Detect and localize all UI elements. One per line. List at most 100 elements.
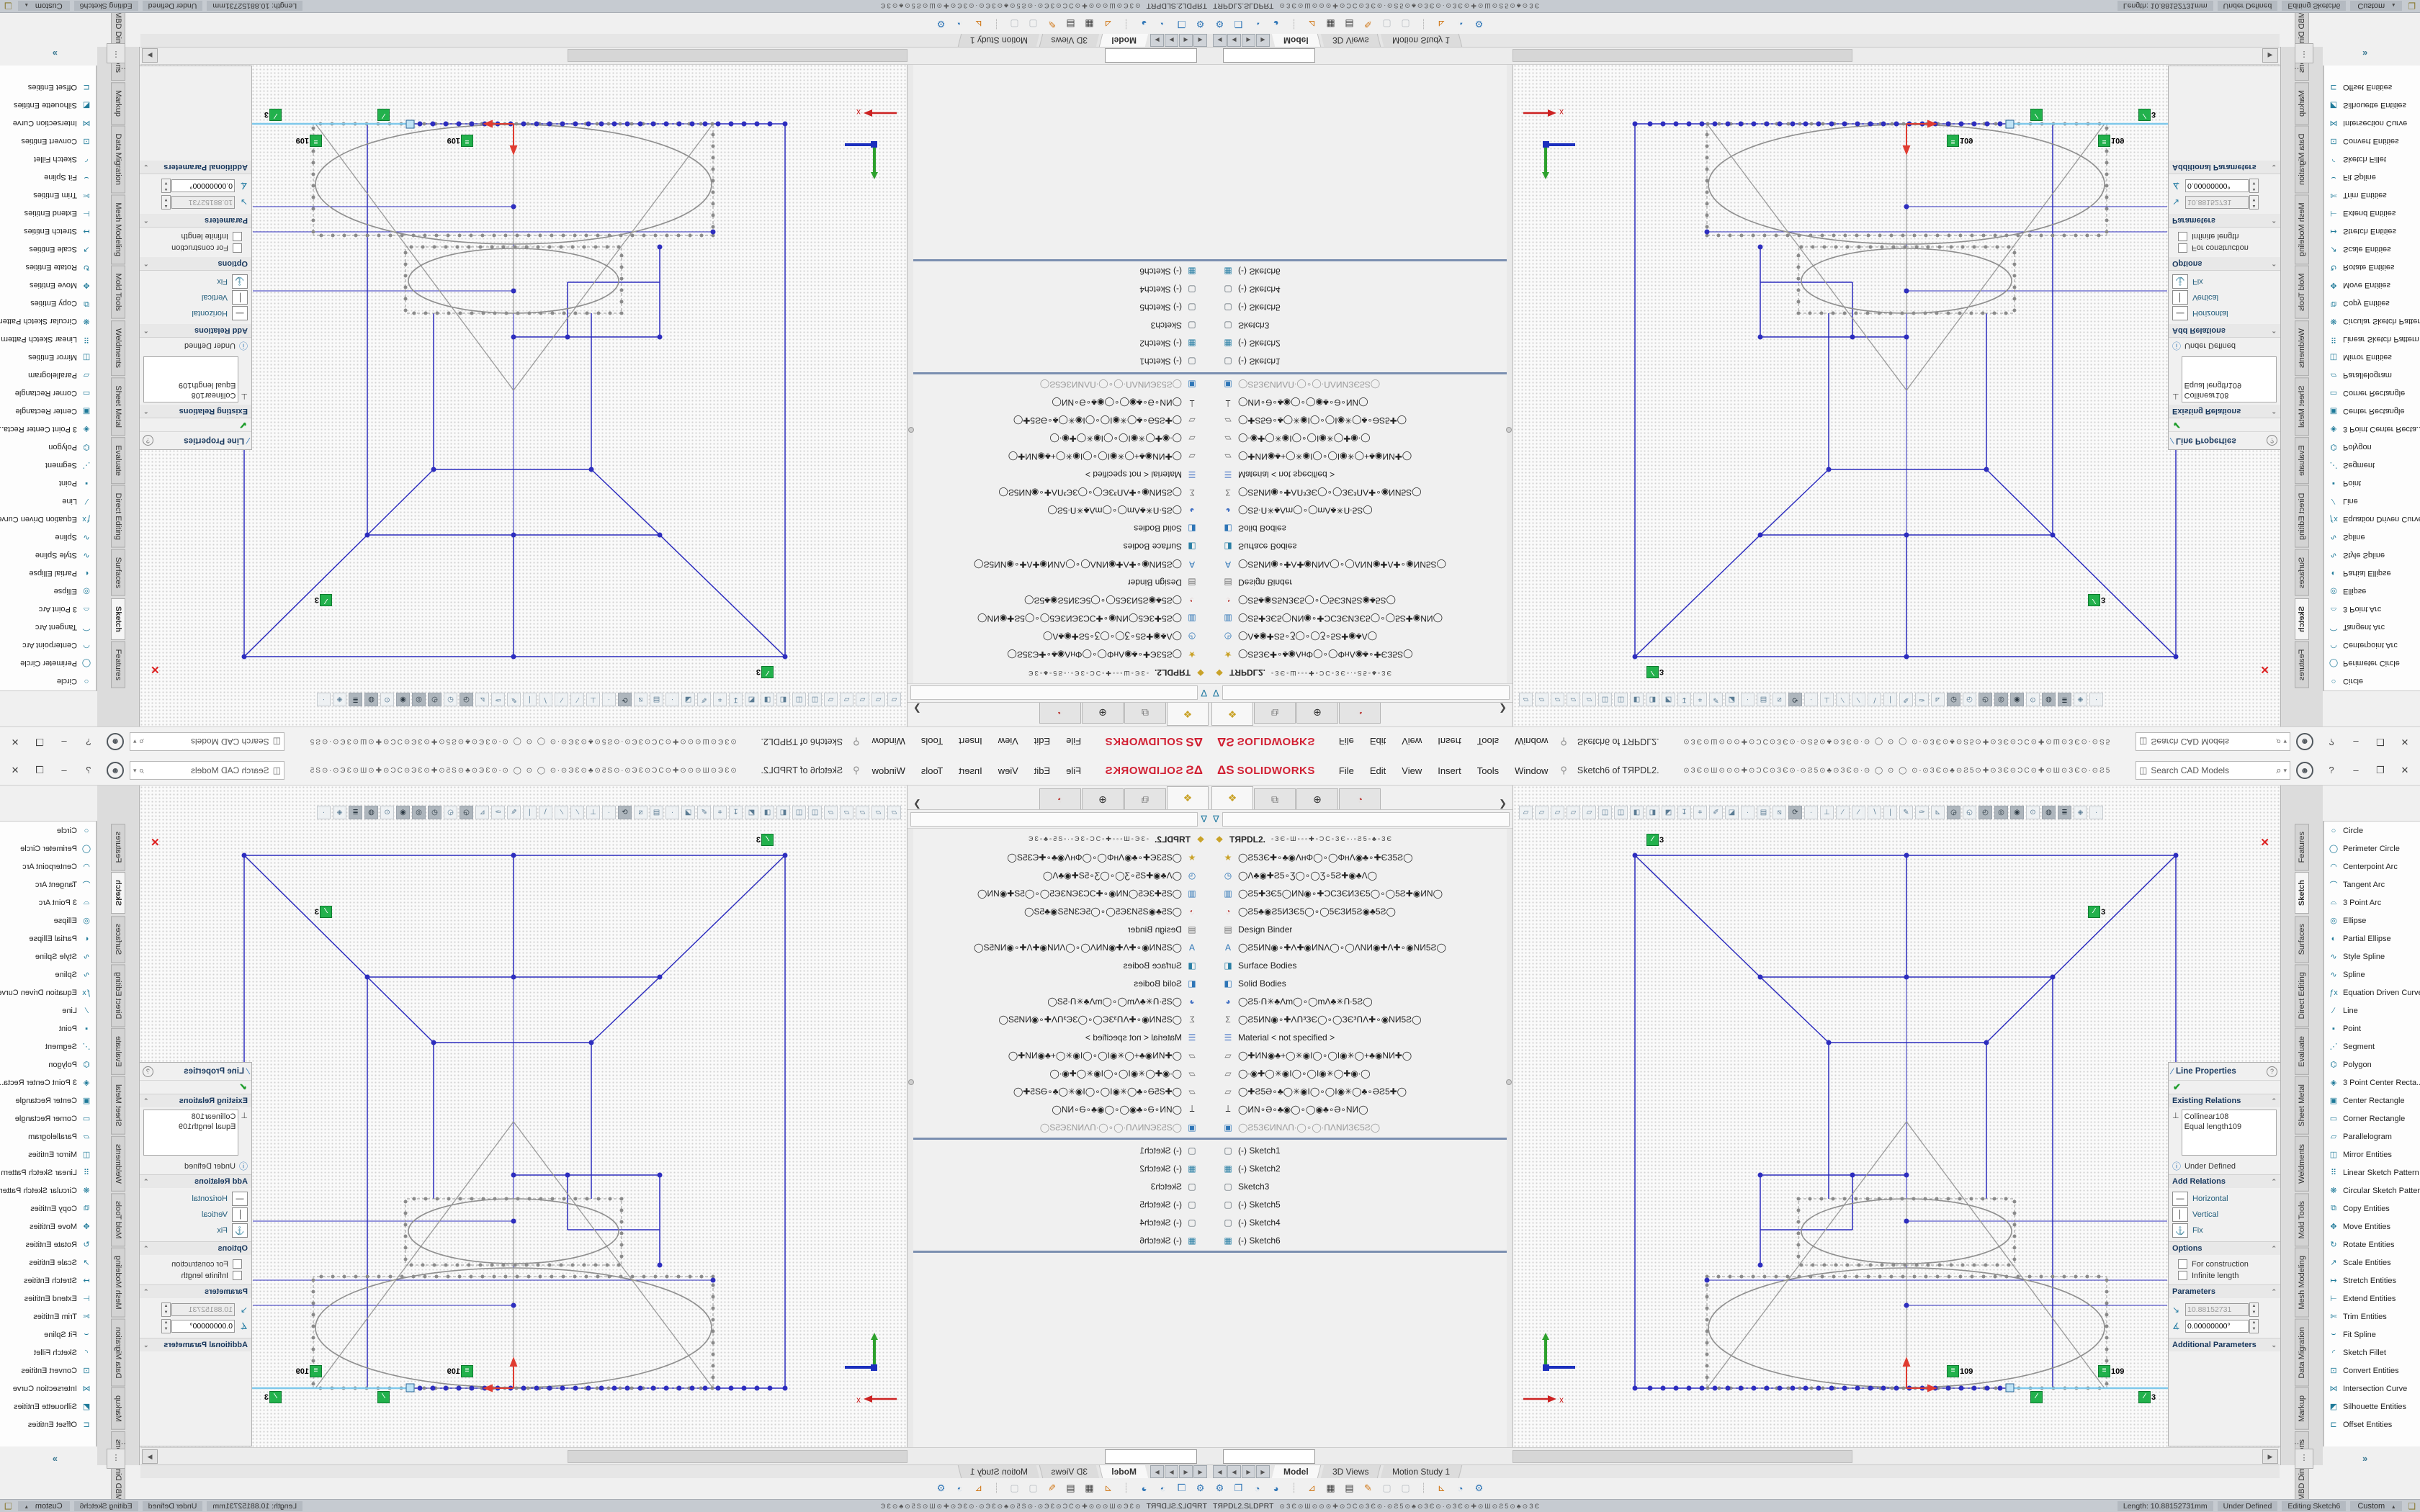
flyout-menu-item[interactable]: ⊏ Offset Entities [2324, 78, 2420, 96]
tree-row[interactable]: ◔ ◯Ƨ5♣◉Ƨ5ИЗЄ5◯∘◯5ЄЗИ5Ƨ◉♣5Ƨ◯ [1210, 902, 1512, 920]
menu-item[interactable]: Tools [1469, 762, 1507, 779]
flyout-menu-item[interactable]: ◯ Perimeter Circle [0, 654, 96, 672]
checkbox[interactable] [233, 1271, 242, 1280]
tabstrip-overflow-icon[interactable]: ⋯ [118, 1439, 126, 1448]
display-toolbar-icon[interactable]: ◕ [1268, 16, 1284, 32]
flyout-menu-item[interactable]: ∿ Spline [0, 528, 96, 546]
parameter-input[interactable] [171, 196, 235, 209]
rollback-bar[interactable] [1210, 259, 1512, 261]
flyout-menu-item[interactable]: ⋈ Intersection Curve [2324, 1380, 2420, 1398]
help-button[interactable]: ? [76, 734, 101, 750]
checkbox[interactable] [2178, 243, 2187, 253]
flyout-menu-item[interactable]: ◫ Mirror Entities [0, 1146, 96, 1164]
tree-row-sketch[interactable]: ▢ Sketch3 [1210, 317, 1512, 335]
flyout-menu-item[interactable]: ◠ Centerpoint Arc [0, 858, 96, 876]
flyout-menu-item[interactable]: ⌬ Polygon [0, 1056, 96, 1074]
flyout-menu-item[interactable]: ◯ Perimeter Circle [2324, 654, 2420, 672]
commandmanager-tab[interactable]: Surfaces [111, 916, 125, 963]
display-toolbar-icon[interactable]: ◔ [1155, 16, 1171, 32]
scroll-right-arrow[interactable]: ▶ [142, 1449, 158, 1464]
search-icon[interactable]: ⌕ [139, 765, 144, 776]
tree-row[interactable]: ◷ ◯Λ♣◉✚Ƨ5∘Ʒ◯∘◯Ʒ∘5Ƨ✚◉♣Λ◯ [1210, 866, 1512, 884]
flyout-menu-item[interactable]: ∕ Line [2324, 1002, 2420, 1020]
flyout-menu-item[interactable]: ⊏ Offset Entities [0, 1416, 96, 1434]
display-toolbar-icon[interactable]: ⊾ [970, 16, 987, 32]
help-icon[interactable]: ? [143, 1066, 153, 1077]
flyout-menu-item[interactable]: ⠿ Linear Sketch Pattern [0, 1164, 96, 1182]
ok-checkmark-button[interactable]: ✔ [2169, 1081, 2280, 1094]
spinner[interactable]: ▲▼ [161, 195, 171, 210]
display-toolbar-icon[interactable]: ◔ [1155, 1480, 1171, 1497]
flyout-menu-item[interactable]: ↗ Scale Entities [2324, 1254, 2420, 1272]
commandmanager-tab[interactable]: Sketch [111, 598, 125, 640]
tree-row[interactable]: ▥ ◯Ƨ5✚ЗЄ5◯ИΝ◉∘✚ƆСЗЄИЗЄ5◯∘◯5Ƨ✚◉ИΝ◯ [1210, 884, 1512, 902]
document-tab[interactable]: Motion Study 1 [958, 34, 1040, 47]
flyout-menu-item[interactable]: ✄ Trim Entities [0, 186, 96, 204]
tab-nav-arrow[interactable]: ◀ [1227, 34, 1241, 47]
parameter-input[interactable] [2185, 196, 2249, 209]
commandmanager-tab[interactable]: Data Migration [2295, 1319, 2309, 1387]
tree-row-sketch[interactable]: ▢ (-) Sketch5 [1210, 1195, 1512, 1213]
document-tab[interactable]: Model [1099, 1465, 1148, 1478]
tree-row[interactable]: ▥ ◯Ƨ5✚ЗЄ5◯ИΝ◉∘✚ƆСЗЄИЗЄ5◯∘◯5Ƨ✚◉ИΝ◯ [1210, 610, 1512, 628]
tree-row[interactable]: ▣ ◯Ƨ5ЗЄИΝΛՈ∙◯∘◯∙ՈΛΝИЗЄ5Ƨ◯ [908, 1118, 1210, 1136]
flyout-menu-item[interactable]: ⠿ Linear Sketch Pattern [2324, 330, 2420, 348]
menu-item[interactable]: Edit [1362, 762, 1394, 779]
display-toolbar-icon[interactable]: ⊿ [1304, 1480, 1320, 1497]
tree-row[interactable]: ◔ ◯Ƨ5♣◉Ƨ5ИЗЄ5◯∘◯5ЄЗИ5Ƨ◉♣5Ƨ◯ [908, 592, 1210, 610]
tree-row[interactable]: ◕ ◯Ƨ5∙Ո✳♣Λm◯∘◯mΛ♣✳Ո∙5Ƨ◯ [1210, 992, 1512, 1010]
menu-item[interactable]: Window [1507, 762, 1556, 779]
tab-propertymanager[interactable]: ⧉ [1124, 703, 1166, 724]
commandmanager-tab[interactable]: Markup [111, 1387, 125, 1430]
section-add-relations[interactable]: Add Relations⌃ [2169, 1174, 2280, 1188]
display-toolbar-icon[interactable]: ❐ [1173, 16, 1190, 32]
tree-row-sketch[interactable]: ▢ (-) Sketch1 [908, 1141, 1210, 1159]
flyout-menu-item[interactable]: ◎ Ellipse [2324, 912, 2420, 930]
commandmanager-tab[interactable]: Mold Tools [111, 1193, 125, 1246]
menu-item[interactable]: Window [864, 762, 913, 779]
flyout-menu-item[interactable]: ⧉ Copy Entities [0, 1200, 96, 1218]
tree-row[interactable]: ◧ Solid Bodies [1210, 974, 1512, 992]
tree-row-sketch[interactable]: ▢ (-) Sketch4 [908, 281, 1210, 299]
flyout-more-commands[interactable]: ⋮ [107, 43, 125, 63]
display-toolbar-icon[interactable]: ✎ [1044, 16, 1060, 32]
flyout-menu-item[interactable]: ↗ Scale Entities [0, 240, 96, 258]
section-existing-relations[interactable]: Existing Relations⌃ [2169, 405, 2280, 418]
display-toolbar-icon[interactable]: ▢ [1025, 1480, 1041, 1497]
tab-featuremanager-tree[interactable]: ❖ [1211, 703, 1253, 726]
relation-button[interactable]: │ Vertical [143, 1207, 248, 1222]
display-toolbar-icon[interactable]: ┊ [1119, 1481, 1134, 1496]
menu-item[interactable]: Edit [1026, 762, 1058, 779]
flyout-menu-item[interactable]: ⌣ Fit Spline [2324, 1326, 2420, 1344]
flyout-menu-item[interactable]: ◜ Sketch Fillet [2324, 1344, 2420, 1362]
restore-button[interactable]: ❐ [2368, 762, 2393, 778]
flyout-menu-item[interactable]: ⌬ Polygon [2324, 1056, 2420, 1074]
tree-row[interactable]: ◔ ◯Ƨ5♣◉Ƨ5ИЗЄ5◯∘◯5ЄЗИ5Ƨ◉♣5Ƨ◯ [908, 902, 1210, 920]
flyout-menu-item[interactable]: ⋰ Segment [0, 1038, 96, 1056]
flyout-menu-item[interactable]: ∕ Line [0, 1002, 96, 1020]
menu-item[interactable]: Edit [1362, 734, 1394, 750]
flyout-menu-item[interactable]: ◯ Perimeter Circle [2324, 840, 2420, 858]
commandmanager-tab[interactable]: Sheet Metal [111, 1076, 125, 1135]
tree-row[interactable]: ▣ ◯Ƨ5ЗЄИΝΛՈ∙◯∘◯∙ՈΛΝИЗЄ5Ƨ◯ [1210, 376, 1512, 394]
document-tab[interactable]: Motion Study 1 [1381, 1465, 1463, 1478]
tree-row-sketch[interactable]: ▢ (-) Sketch1 [908, 353, 1210, 371]
section-additional-parameters[interactable]: Additional Parameters⌄ [2169, 161, 2280, 174]
rollback-bar[interactable] [1210, 1138, 1512, 1140]
search-dropdown-icon[interactable]: ▾ [133, 738, 137, 746]
tree-row[interactable]: ▤ Design Binder [908, 574, 1210, 592]
scrollbar-thumb[interactable] [568, 1450, 908, 1463]
parameter-input[interactable] [2185, 179, 2249, 192]
commandmanager-tab[interactable]: Markup [2295, 1387, 2309, 1430]
tab-nav-arrow[interactable]: ▶ [1150, 1465, 1164, 1478]
filter-icon[interactable]: ∇ [1201, 814, 1207, 825]
flyout-menu-item[interactable]: ▱ Parallelogram [0, 1128, 96, 1146]
tab-propertymanager[interactable]: ⧉ [1254, 788, 1296, 809]
tree-row-sketch[interactable]: ▢ (-) Sketch5 [1210, 299, 1512, 317]
display-toolbar-icon[interactable]: ⊾ [1433, 1480, 1450, 1497]
flyout-menu-item[interactable]: ⌬ Polygon [0, 438, 96, 456]
tree-row[interactable]: ▤ Design Binder [1210, 920, 1512, 938]
section-parameters[interactable]: Parameters⌃ [2169, 214, 2280, 228]
help-button[interactable]: ? [2319, 734, 2344, 750]
commandmanager-tab[interactable]: Features [2295, 642, 2309, 688]
